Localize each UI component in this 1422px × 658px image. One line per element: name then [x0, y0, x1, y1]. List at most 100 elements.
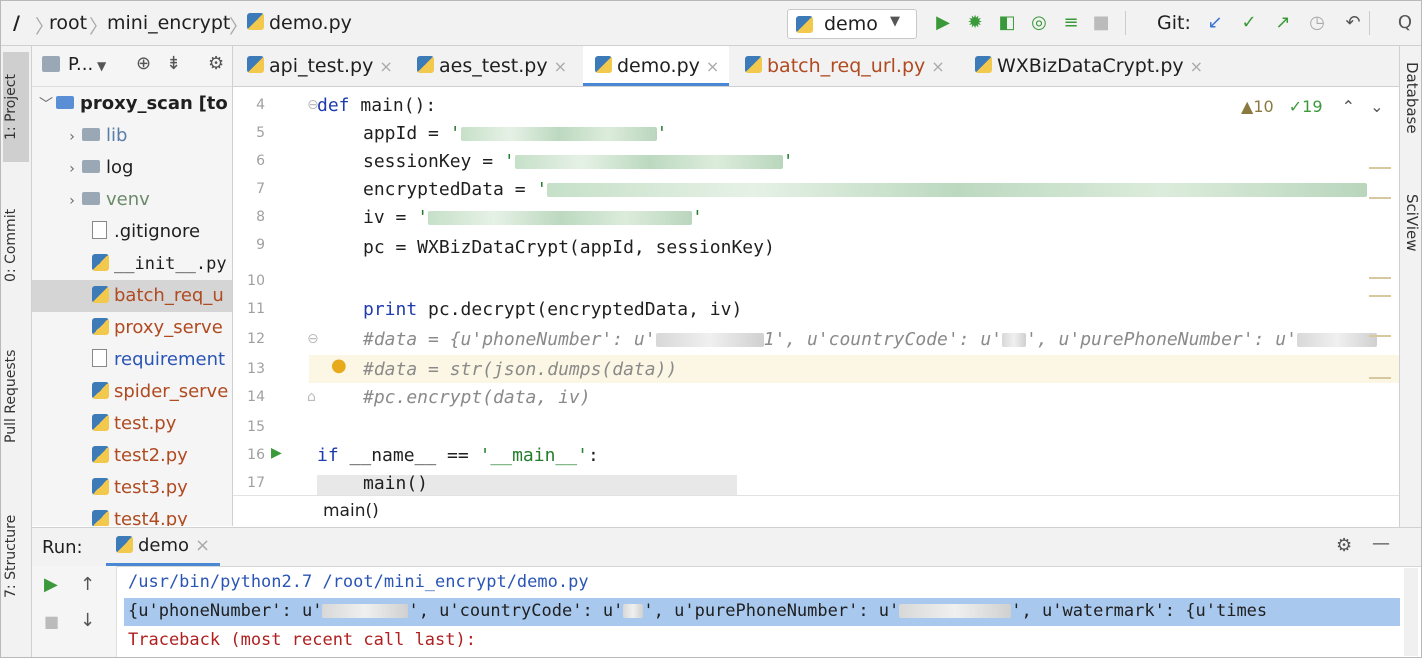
tree-item-batch-req[interactable]: batch_req_u: [32, 280, 232, 312]
run-icon[interactable]: ▶: [931, 10, 955, 36]
tree-item-requirements[interactable]: requirement: [32, 344, 232, 376]
close-icon[interactable]: ×: [554, 57, 567, 76]
chevron-down-icon: ▼: [890, 14, 900, 29]
tab-batch-req-url[interactable]: batch_req_url.py ×: [745, 46, 959, 86]
gear-icon[interactable]: ⚙: [208, 53, 224, 74]
tree-item-proxy-serve[interactable]: proxy_serve: [32, 312, 232, 344]
git-push-icon[interactable]: ↗: [1271, 10, 1295, 36]
stripe-mark: [1369, 167, 1391, 169]
chevron-right-icon: ›: [69, 161, 75, 177]
tree-item-venv[interactable]: › venv: [32, 184, 232, 216]
tab-wxbizdatacrypt[interactable]: WXBizDataCrypt.py ×: [975, 46, 1215, 86]
breadcrumb-mini-encrypt[interactable]: mini_encrypt: [107, 12, 230, 34]
python-file-icon: [417, 56, 434, 73]
breadcrumb-root-slash[interactable]: /: [13, 12, 20, 34]
output-text: ', u'countryCode': u': [408, 601, 624, 621]
tree-item-log[interactable]: › log: [32, 152, 232, 184]
string-quote: ': [449, 123, 461, 144]
history-icon[interactable]: ◷: [1305, 10, 1329, 36]
git-commit-icon[interactable]: ✓: [1237, 10, 1261, 36]
line-number: 5: [256, 125, 265, 141]
python-config-icon: [796, 16, 813, 33]
tool-tab-database[interactable]: Database: [1401, 62, 1421, 134]
python-file-icon: [247, 56, 264, 73]
tree-item-test4[interactable]: test4.py: [32, 504, 232, 526]
locate-icon[interactable]: ⊕: [136, 53, 151, 74]
output-scrollbar[interactable]: [1404, 568, 1418, 656]
code-breadcrumb-main[interactable]: main(): [323, 501, 379, 521]
tab-demo[interactable]: demo.py ×: [583, 46, 729, 86]
breadcrumb-root[interactable]: root: [49, 12, 87, 34]
tree-item-label: test2.py: [114, 445, 188, 466]
run-config-label: demo: [824, 13, 878, 35]
code-editor[interactable]: 4 5 6 7 8 9 10 11 12 13 14 15 16 17 ⊖ ⊖ …: [233, 87, 1399, 495]
tool-tab-pull-requests[interactable]: Pull Requests: [3, 331, 29, 461]
arrow-down-icon[interactable]: ↓: [80, 610, 95, 631]
tool-tab-structure[interactable]: 7: Structure: [3, 496, 29, 616]
redacted-value: [655, 333, 764, 347]
arrow-up-icon[interactable]: ↑: [80, 574, 95, 595]
run-tab-demo[interactable]: demo ×: [106, 528, 221, 566]
code-text: iv =: [363, 207, 418, 228]
tree-item-gitignore[interactable]: .gitignore: [32, 216, 232, 248]
tool-tab-project[interactable]: 1: Project: [3, 52, 29, 162]
tree-item-test[interactable]: test.py: [32, 408, 232, 440]
lightbulb-icon[interactable]: ●: [331, 355, 347, 376]
stop-icon[interactable]: ■: [1089, 10, 1113, 36]
run-panel-header: Run: demo × ⚙ —: [32, 528, 1421, 567]
rerun-icon[interactable]: ▶: [44, 574, 58, 595]
code-text: __name__ ==: [338, 445, 480, 466]
tree-item-test2[interactable]: test2.py: [32, 440, 232, 472]
line-number: 10: [247, 273, 265, 289]
comment-text: ', u'purePhoneNumber': u': [1026, 329, 1297, 350]
folder-icon: [82, 127, 100, 141]
close-icon[interactable]: ×: [1190, 57, 1203, 76]
tree-item-label: lib: [106, 125, 128, 146]
search-icon[interactable]: Q: [1393, 10, 1417, 36]
error-stripe[interactable]: [1369, 167, 1395, 387]
gear-icon[interactable]: ⚙: [1336, 535, 1352, 556]
tree-item-init[interactable]: __init__.py: [32, 248, 232, 280]
collapse-all-icon[interactable]: ⇟: [166, 53, 181, 74]
run-configuration-select[interactable]: demo ▼: [787, 9, 917, 39]
close-icon[interactable]: ×: [706, 57, 719, 76]
run-gutter-icon[interactable]: ▶: [271, 445, 282, 461]
tree-item-lib[interactable]: › lib: [32, 120, 232, 152]
redacted-value: [514, 155, 783, 169]
debug-icon[interactable]: ✹: [963, 10, 987, 36]
stop-icon[interactable]: ■: [44, 612, 59, 631]
folder-icon: [82, 191, 100, 205]
tree-item-test3[interactable]: test3.py: [32, 472, 232, 504]
minimize-icon[interactable]: —: [1372, 533, 1390, 554]
inspection-widget[interactable]: ▲10 ✓19 ⌃ ⌄: [1241, 97, 1384, 116]
concurrency-icon[interactable]: ≡: [1059, 10, 1083, 36]
fold-marker-icon[interactable]: ⊖: [307, 331, 319, 347]
tree-item-label: __init__.py: [114, 254, 227, 274]
close-icon[interactable]: ×: [931, 57, 944, 76]
toolbar-divider: [1125, 11, 1126, 35]
git-update-icon[interactable]: ↙: [1203, 10, 1227, 36]
tab-aes-test[interactable]: aes_test.py ×: [417, 46, 577, 86]
project-view-select[interactable]: P... ▼: [68, 54, 106, 75]
tab-api-test[interactable]: api_test.py ×: [247, 46, 405, 86]
close-icon[interactable]: ×: [195, 535, 210, 556]
text-file-icon: [92, 349, 107, 367]
chevron-down-icon[interactable]: ⌄: [1370, 97, 1383, 116]
tree-item-spider-serve[interactable]: spider_serve: [32, 376, 232, 408]
close-icon[interactable]: ×: [379, 57, 392, 76]
breadcrumb-file[interactable]: demo.py: [247, 12, 352, 34]
git-label: Git:: [1157, 12, 1191, 34]
tree-item-label: requirement: [114, 349, 226, 370]
rollback-icon[interactable]: ↶: [1341, 10, 1365, 36]
chevron-up-icon[interactable]: ⌃: [1342, 97, 1355, 116]
fold-marker-icon[interactable]: ⌂: [307, 389, 316, 405]
tool-tab-sciview[interactable]: SciView: [1401, 194, 1421, 252]
tree-root-proxy-scan[interactable]: ﹀ proxy_scan [to: [32, 88, 232, 120]
profile-icon[interactable]: ◎: [1027, 10, 1051, 36]
code-text: main():: [349, 95, 437, 116]
string-quote: ': [536, 179, 548, 200]
tool-tab-commit[interactable]: 0: Commit: [3, 186, 29, 304]
output-text: {u'phoneNumber': u': [128, 601, 323, 621]
string-quote: ': [417, 207, 429, 228]
coverage-icon[interactable]: ◧: [995, 10, 1019, 36]
